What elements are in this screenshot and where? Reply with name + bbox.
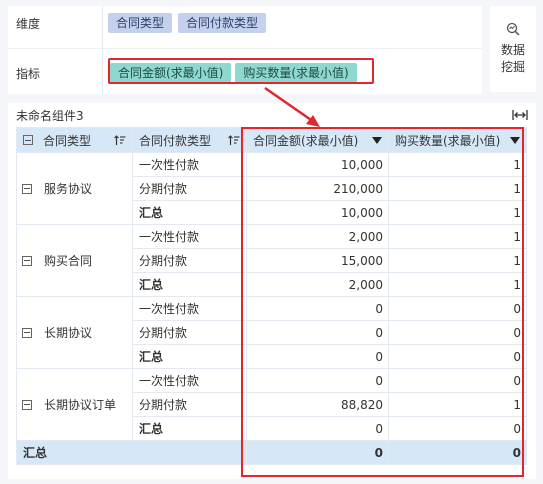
collapse-icon[interactable]	[22, 255, 32, 266]
payment-type-cell: 一次性付款	[132, 224, 247, 249]
table-row: 购买合同 一次性付款 2,000 1	[16, 224, 527, 297]
group-label: 长期协议订单	[44, 398, 117, 412]
amount-cell: 0	[246, 416, 389, 441]
quantity-cell: 1	[388, 248, 527, 273]
amount-cell: 88,820	[246, 392, 389, 417]
amount-cell: 0	[246, 320, 389, 345]
grand-total-amount: 0	[246, 440, 389, 465]
quantity-cell: 0	[388, 416, 527, 441]
field-config-panel: 维度 合同类型 合同付款类型 指标 合同金额(求最小值) 购买数量(求最小值)	[8, 6, 482, 94]
dimension-chip-contract-type[interactable]: 合同类型	[108, 13, 173, 33]
table-row: 长期协议订单 一次性付款 0 0	[16, 368, 527, 441]
group-label: 长期协议	[44, 326, 93, 340]
payment-type-cell: 一次性付款	[132, 368, 247, 393]
amount-cell: 0	[246, 296, 389, 321]
table-row: 长期协议 一次性付款 0 0	[16, 296, 527, 369]
amount-cell: 0	[246, 344, 389, 369]
payment-type-cell: 一次性付款	[132, 152, 247, 177]
amount-cell: 2,000	[246, 224, 389, 249]
quantity-cell: 1	[388, 176, 527, 201]
quantity-cell: 0	[388, 368, 527, 393]
subtotal-label: 汇总	[132, 344, 247, 369]
group-label: 购买合同	[44, 254, 93, 268]
header-amount[interactable]: 合同金额(求最小值)	[246, 127, 389, 153]
quantity-cell: 0	[388, 344, 527, 369]
widget-title: 未命名组件3	[16, 109, 84, 123]
dropdown-triangle-icon[interactable]	[372, 136, 382, 144]
amount-cell: 15,000	[246, 248, 389, 273]
measure-highlight-box	[108, 58, 374, 84]
amount-cell: 210,000	[246, 176, 389, 201]
grand-total-row: 汇总 0 0	[16, 440, 527, 465]
dimension-row: 维度 合同类型 合同付款类型	[8, 6, 482, 40]
amount-cell: 0	[246, 368, 389, 393]
dimension-chip-payment-type[interactable]: 合同付款类型	[178, 13, 267, 33]
group-cell: 服务协议	[16, 152, 133, 225]
group-label: 服务协议	[44, 182, 93, 196]
table-header-row: 合同类型 合同付款类型 合同金额(求最小值) 购买数量(求最小值)	[16, 127, 527, 153]
quantity-cell: 0	[388, 320, 527, 345]
payment-type-cell: 一次性付款	[132, 296, 247, 321]
quantity-cell: 1	[388, 224, 527, 249]
collapse-all-icon[interactable]	[23, 135, 33, 145]
group-cell: 长期协议订单	[16, 368, 133, 441]
subtotal-label: 汇总	[132, 416, 247, 441]
expand-width-icon[interactable]	[512, 109, 528, 121]
header-payment-type[interactable]: 合同付款类型	[132, 127, 247, 153]
group-cell: 长期协议	[16, 296, 133, 369]
sort-icon[interactable]	[114, 134, 126, 146]
subtotal-label: 汇总	[132, 272, 247, 297]
payment-type-cell: 分期付款	[132, 320, 247, 345]
payment-type-cell: 分期付款	[132, 392, 247, 417]
dropdown-triangle-icon[interactable]	[510, 136, 520, 144]
dimension-label: 维度	[16, 16, 41, 31]
group-cell: 购买合同	[16, 224, 133, 297]
quantity-cell: 1	[388, 152, 527, 177]
header-label: 购买数量(求最小值)	[395, 133, 501, 148]
subtotal-label: 汇总	[132, 200, 247, 225]
pivot-table: 合同类型 合同付款类型 合同金额(求最小值) 购买数量(求最小值) 服务协议 一…	[16, 127, 527, 465]
quantity-cell: 1	[388, 200, 527, 225]
collapse-icon[interactable]	[22, 183, 32, 194]
payment-type-cell: 分期付款	[132, 176, 247, 201]
header-quantity[interactable]: 购买数量(求最小值)	[388, 127, 527, 153]
grand-total-label: 汇总	[16, 440, 247, 465]
magnify-chart-icon	[506, 22, 520, 36]
collapse-icon[interactable]	[22, 327, 32, 338]
grand-total-quantity: 0	[388, 440, 527, 465]
quantity-cell: 1	[388, 272, 527, 297]
header-contract-type[interactable]: 合同类型	[16, 127, 133, 153]
amount-cell: 10,000	[246, 152, 389, 177]
header-label: 合同付款类型	[139, 133, 212, 148]
quantity-cell: 1	[388, 392, 527, 417]
measure-label: 指标	[16, 66, 41, 81]
quantity-cell: 0	[388, 296, 527, 321]
amount-cell: 10,000	[246, 200, 389, 225]
amount-cell: 2,000	[246, 272, 389, 297]
data-mining-label: 数据挖掘	[500, 43, 525, 74]
header-label: 合同金额(求最小值)	[253, 133, 359, 148]
divider	[8, 48, 482, 49]
table-row: 服务协议 一次性付款 10,000 1	[16, 152, 527, 225]
data-mining-button[interactable]: 数据挖掘	[490, 6, 536, 92]
header-label: 合同类型	[43, 133, 92, 148]
payment-type-cell: 分期付款	[132, 248, 247, 273]
table-widget: 未命名组件3 合同类型 合同付款类型 合同金额(求最小值) 购买数量(求最小值)…	[8, 103, 536, 479]
collapse-icon[interactable]	[22, 399, 32, 410]
sort-icon[interactable]	[228, 134, 240, 146]
